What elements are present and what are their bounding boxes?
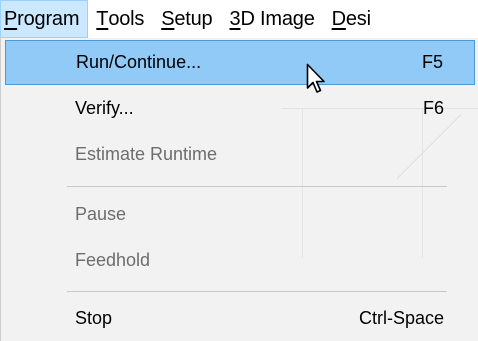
menu-item-estimate-runtime[interactable]: Estimate Runtime [5,132,475,177]
menu-item-label: Feedhold [75,250,151,270]
menu-item-label: Estimate Runtime [75,144,218,164]
menu-item-run-continue[interactable]: Run/Continue... F5 [5,40,475,85]
menu-setup[interactable]: Setup [153,0,221,38]
menu-setup-rest: etup [174,7,213,30]
menu-separator [67,291,447,292]
menu-item-label: Run/Continue... [76,52,202,72]
menu-item-label: Stop [75,308,113,328]
menu-item-verify[interactable]: Verify... F6 [5,86,475,131]
menu-program-rest: rogram [17,7,80,30]
menu-separator [67,186,447,187]
menu-item-shortcut: F6 [422,98,444,118]
menu-3d-image-rest: D Image [240,7,315,30]
menu-item-stop[interactable]: Stop Ctrl-Space [5,296,475,341]
menu-tools-mnemonic: T [96,7,109,30]
menu-design-rest: esi [345,7,371,30]
menu-design-mnemonic: D [331,7,346,30]
menu-program[interactable]: Program [0,0,89,38]
menu-item-feedhold[interactable]: Feedhold [5,238,475,283]
menu-setup-mnemonic: S [161,7,175,30]
menu-tools[interactable]: Tools [88,0,153,38]
menu-bar: Program Tools Setup 3D Image Desi [0,0,478,38]
menu-program-mnemonic: P [4,7,18,30]
menu-item-shortcut: F5 [421,52,443,72]
menu-item-label: Verify... [75,98,134,118]
menu-3d-image[interactable]: 3D Image [222,0,324,38]
menu-tools-rest: ools [108,7,145,30]
program-dropdown-menu: Run/Continue... F5 Verify... F6 Estimate… [0,38,478,341]
menu-3d-image-mnemonic: 3 [229,7,241,30]
menu-item-shortcut: Ctrl-Space [358,308,444,328]
app-window: Program Tools Setup 3D Image Desi Run/Co… [0,0,478,341]
menu-design[interactable]: Desi [324,0,380,38]
menu-item-label: Pause [75,204,127,224]
menu-item-pause[interactable]: Pause [5,192,475,237]
